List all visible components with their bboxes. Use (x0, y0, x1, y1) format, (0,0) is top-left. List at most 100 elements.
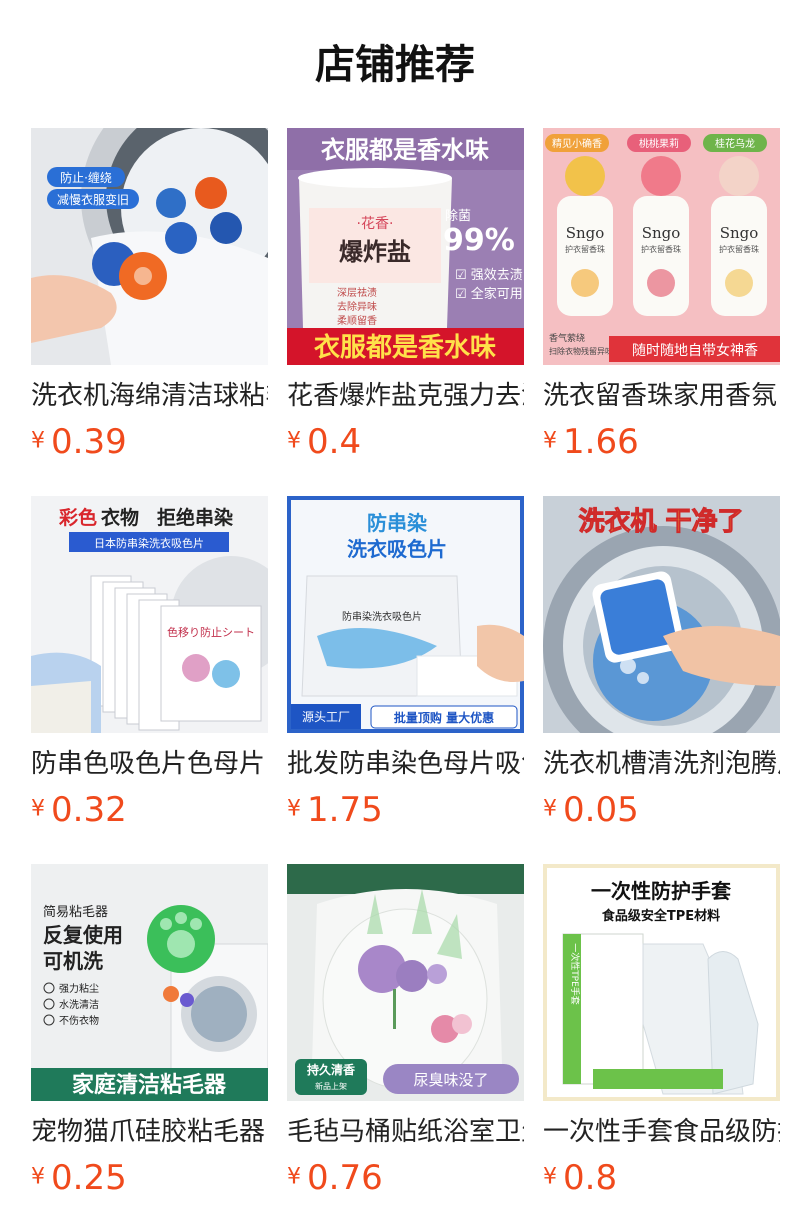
image-caption: 防止·缠绕 (60, 170, 112, 185)
image-caption: 强力粘尘 (59, 982, 99, 995)
product-name[interactable]: 宠物猫爪硅胶粘毛器 (31, 1115, 268, 1149)
currency-symbol: ¥ (543, 1164, 557, 1190)
product-price: ¥1.75 (287, 789, 524, 830)
product-price: ¥0.4 (287, 421, 524, 462)
currency-symbol: ¥ (287, 796, 301, 822)
image-caption: 柔顺留香 (337, 314, 377, 327)
product-card[interactable]: 简易粘毛器 反复使用 可机洗 强力粘尘 水洗清洁 不伤衣物 家庭清洁粘毛器 宠物… (31, 864, 268, 1198)
image-caption: 护衣留香珠 (719, 244, 759, 254)
image-caption: 日本防串染洗衣吸色片 (94, 536, 204, 550)
product-name[interactable]: 洗衣机槽清洗剂泡腾片 (543, 747, 780, 781)
image-caption: 持久清香 (307, 1062, 355, 1077)
image-caption: 减慢衣服变旧 (57, 192, 129, 207)
image-caption: 防串染 (367, 511, 428, 535)
image-caption: 99% (443, 223, 515, 258)
image-caption: 护衣留香珠 (641, 244, 681, 254)
image-caption: 彩色 (58, 506, 97, 529)
image-caption: 去除异味 (337, 300, 377, 313)
product-image[interactable]: 精见小确香 桃桃果莉 桂花乌龙 Sngo Sngo Sngo 护衣留香珠 护衣留… (543, 128, 780, 365)
product-image[interactable]: 防串染 洗衣吸色片 防串染洗衣吸色片 源头工厂 批量顶购 量大优惠 (287, 496, 524, 733)
image-caption: 深层祛渍 (337, 286, 377, 299)
product-name[interactable]: 洗衣留香珠家用香氛 (543, 379, 780, 413)
image-caption: 衣服都是香水味 (314, 332, 496, 363)
image-caption: ☑ 全家可用 (455, 286, 523, 302)
image-caption: 可机洗 (43, 949, 103, 973)
product-name[interactable]: 防串色吸色片色母片 (31, 747, 268, 781)
image-caption: Sngo (566, 224, 605, 242)
image-caption: Sngo (642, 224, 681, 242)
product-card[interactable]: 精见小确香 桃桃果莉 桂花乌龙 Sngo Sngo Sngo 护衣留香珠 护衣留… (543, 128, 780, 462)
product-card[interactable]: 一次性防护手套 食品级安全TPE材料 一次性TPE手套 一次性手套食品级防护 ¥… (543, 864, 780, 1198)
image-caption: Sngo (720, 224, 759, 242)
product-card[interactable]: 洗衣机 干净了 洗衣机槽清洗剂泡腾片 ¥0.05 (543, 496, 780, 830)
image-caption: 水洗清洁 (59, 998, 99, 1011)
image-caption: 家庭清洁粘毛器 (72, 1072, 227, 1098)
price-value: 0.39 (51, 421, 127, 462)
image-caption: 拒绝串染 (157, 506, 233, 529)
product-grid: 防止·缠绕 减慢衣服变旧 洗衣机海绵清洁球粘毛 ¥0.39 衣服都是香水味 ·花… (0, 0, 790, 1232)
currency-symbol: ¥ (287, 428, 301, 454)
currency-symbol: ¥ (287, 1164, 301, 1190)
product-price: ¥0.25 (31, 1157, 268, 1198)
currency-symbol: ¥ (31, 1164, 45, 1190)
product-price: ¥1.66 (543, 421, 780, 462)
image-caption: 不伤衣物 (59, 1014, 99, 1027)
product-image[interactable]: 持久清香 新品上架 尿臭味没了 (287, 864, 524, 1101)
product-price: ¥0.39 (31, 421, 268, 462)
image-caption: 源头工厂 (302, 710, 350, 724)
image-caption: 护衣留香珠 (565, 244, 605, 254)
price-value: 0.25 (51, 1157, 127, 1198)
currency-symbol: ¥ (31, 428, 45, 454)
image-caption: 桂花乌龙 (715, 137, 755, 150)
image-caption: 桃桃果莉 (639, 137, 679, 150)
image-caption: 尿臭味没了 (413, 1071, 488, 1089)
price-value: 1.75 (307, 789, 383, 830)
price-value: 1.66 (563, 421, 639, 462)
price-value: 0.76 (307, 1157, 383, 1198)
price-value: 0.8 (563, 1157, 618, 1198)
product-card[interactable]: 彩色 衣物 拒绝串染 日本防串染洗衣吸色片 色移り防止シート 防串色吸色片色母片… (31, 496, 268, 830)
image-caption: 色移り防止シート (167, 625, 255, 639)
product-card[interactable]: 防止·缠绕 减慢衣服变旧 洗衣机海绵清洁球粘毛 ¥0.39 (31, 128, 268, 462)
product-image[interactable]: 一次性防护手套 食品级安全TPE材料 一次性TPE手套 (543, 864, 780, 1101)
product-image[interactable]: 防止·缠绕 减慢衣服变旧 (31, 128, 268, 365)
price-value: 0.32 (51, 789, 127, 830)
image-caption: 批量顶购 量大优惠 (394, 710, 494, 725)
image-caption: 洗衣吸色片 (347, 537, 447, 561)
image-caption: ·花香· (357, 216, 394, 232)
price-value: 0.05 (563, 789, 639, 830)
product-card[interactable]: 防串染 洗衣吸色片 防串染洗衣吸色片 源头工厂 批量顶购 量大优惠 批发防串染色… (287, 496, 524, 830)
product-image[interactable]: 洗衣机 干净了 (543, 496, 780, 733)
currency-symbol: ¥ (543, 428, 557, 454)
image-caption: 随时随地自带女神香 (632, 342, 758, 359)
image-caption: 简易粘毛器 (43, 904, 108, 920)
product-name[interactable]: 毛毡马桶贴纸浴室卫生 (287, 1115, 524, 1149)
image-caption: 爆炸盐 (339, 237, 411, 266)
image-caption: 扫除衣物残留异味 (549, 346, 613, 356)
image-caption: 防串染洗衣吸色片 (342, 610, 422, 623)
product-image[interactable]: 彩色 衣物 拒绝串染 日本防串染洗衣吸色片 色移り防止シート (31, 496, 268, 733)
product-name[interactable]: 批发防串染色母片吸色 (287, 747, 524, 781)
image-caption: 洗衣机 干净了 (578, 506, 743, 537)
image-caption: 反复使用 (43, 923, 123, 947)
image-caption: 食品级安全TPE材料 (602, 908, 720, 924)
currency-symbol: ¥ (543, 796, 557, 822)
product-name[interactable]: 花香爆炸盐克强力去渍 (287, 379, 524, 413)
product-name[interactable]: 洗衣机海绵清洁球粘毛 (31, 379, 268, 413)
price-value: 0.4 (307, 421, 362, 462)
image-caption: 除菌 (445, 209, 471, 224)
image-caption: 一次性防护手套 (591, 879, 731, 903)
currency-symbol: ¥ (31, 796, 45, 822)
image-caption: 精见小确香 (552, 137, 602, 150)
image-caption: 衣物 (101, 506, 139, 529)
product-card[interactable]: 衣服都是香水味 ·花香· 爆炸盐 深层祛渍 去除异味 柔顺留香 除菌 99% ☑… (287, 128, 524, 462)
image-caption: 新品上架 (315, 1081, 347, 1091)
product-name[interactable]: 一次性手套食品级防护 (543, 1115, 780, 1149)
product-image[interactable]: 简易粘毛器 反复使用 可机洗 强力粘尘 水洗清洁 不伤衣物 家庭清洁粘毛器 (31, 864, 268, 1101)
product-price: ¥0.76 (287, 1157, 524, 1198)
image-caption: 一次性TPE手套 (569, 943, 581, 1005)
product-price: ¥0.05 (543, 789, 780, 830)
product-image[interactable]: 衣服都是香水味 ·花香· 爆炸盐 深层祛渍 去除异味 柔顺留香 除菌 99% ☑… (287, 128, 524, 365)
image-caption: 香气萦绕 (549, 332, 585, 344)
product-card[interactable]: 持久清香 新品上架 尿臭味没了 毛毡马桶贴纸浴室卫生 ¥0.76 (287, 864, 524, 1198)
